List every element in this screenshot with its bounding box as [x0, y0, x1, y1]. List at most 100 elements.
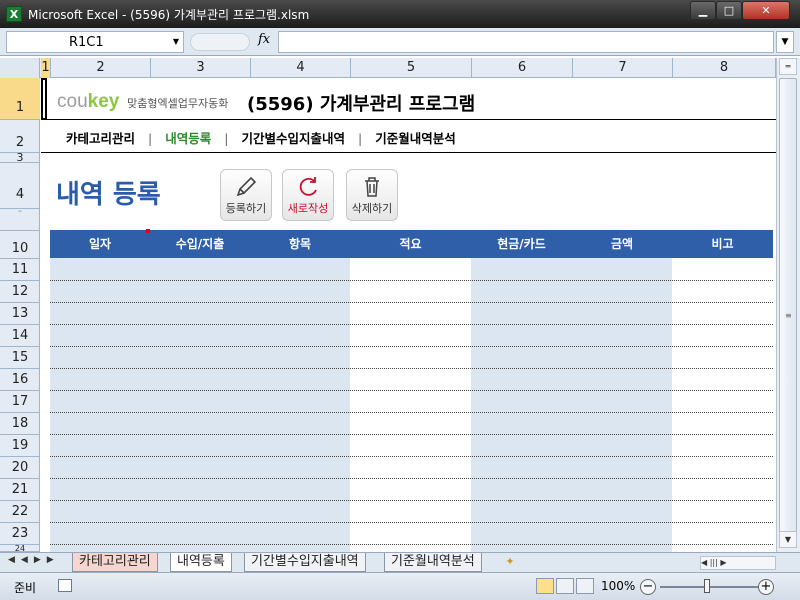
sheet-tab-entry[interactable]: 내역등록 [170, 553, 232, 572]
nav-separator: | [148, 131, 153, 146]
register-button[interactable]: 등록하기 [220, 169, 272, 221]
row-header[interactable]: 15 [0, 347, 40, 369]
scroll-down-icon[interactable]: ▼ [779, 531, 797, 548]
name-box[interactable]: R1C1 ▼ [6, 31, 184, 53]
row-header[interactable]: 11 [0, 259, 40, 281]
column-header[interactable]: 5 [351, 58, 472, 78]
zoom-level[interactable]: 100% [601, 579, 635, 593]
table-header-item[interactable]: 항목 [250, 230, 350, 258]
row-header[interactable]: 21 [0, 479, 40, 501]
new-entry-button[interactable]: 새로작성 [282, 169, 334, 221]
row-header[interactable]: 2 [0, 120, 40, 153]
row-header[interactable]: 20 [0, 457, 40, 479]
table-header-amount[interactable]: 금액 [572, 230, 672, 258]
insert-function-icon[interactable]: fx [258, 32, 270, 47]
column-header[interactable]: 8 [673, 58, 776, 78]
status-bar: 준비 100% − + [0, 572, 800, 600]
macro-record-icon[interactable] [58, 579, 72, 592]
column-header[interactable]: 2 [51, 58, 151, 78]
entry-table-body[interactable] [50, 258, 773, 552]
sheet-nav-arrows[interactable]: ◀◀▶▶ [8, 555, 60, 565]
insert-sheet-icon[interactable]: ✦ [500, 555, 520, 571]
new-entry-button-label: 새로작성 [287, 202, 329, 215]
pencil-icon [221, 170, 271, 202]
column-headers: 1 2 3 4 5 6 7 8 [0, 58, 776, 78]
row-header[interactable]: 1 [0, 78, 40, 120]
row-header[interactable]: 18 [0, 413, 40, 435]
column-header[interactable]: 1 [41, 58, 51, 78]
table-row[interactable] [50, 280, 773, 281]
column-header[interactable]: 3 [151, 58, 251, 78]
table-row[interactable] [50, 544, 773, 545]
vertical-scroll-thumb[interactable]: ≡ [779, 78, 797, 548]
row-header[interactable]: 16 [0, 369, 40, 391]
coukey-logo: coukey 맞춤형엑셀업무자동화 [57, 91, 228, 113]
table-header-description[interactable]: 적요 [350, 230, 471, 258]
close-button[interactable]: ✕ [742, 1, 790, 20]
table-row[interactable] [50, 412, 773, 413]
row-header[interactable]: 14 [0, 325, 40, 347]
zoom-in-button[interactable]: + [758, 579, 774, 595]
column-header[interactable]: 7 [573, 58, 673, 78]
page-break-view-button[interactable] [576, 578, 594, 594]
table-row[interactable] [50, 302, 773, 303]
excel-app-icon[interactable]: X [6, 6, 22, 22]
table-row[interactable] [50, 522, 773, 523]
nav-item-category[interactable]: 카테고리관리 [66, 128, 135, 147]
select-all-corner[interactable] [0, 58, 40, 78]
chevron-down-icon[interactable]: ▼ [173, 37, 179, 46]
zoom-out-button[interactable]: − [640, 579, 656, 595]
nav-item-entry[interactable]: 내역등록 [165, 128, 211, 147]
table-header-type[interactable]: 수입/지출 [150, 230, 250, 258]
normal-view-button[interactable] [536, 578, 554, 594]
name-box-value: R1C1 [69, 35, 104, 50]
maximize-button[interactable]: □ [716, 1, 742, 20]
trash-icon [347, 170, 397, 202]
table-row[interactable] [50, 324, 773, 325]
zoom-slider-thumb[interactable] [704, 579, 710, 593]
row-header[interactable]: 4 [0, 163, 40, 209]
sheet-tab-category[interactable]: 카테고리관리 [72, 553, 158, 572]
nav-item-monthly[interactable]: 기준월내역분석 [375, 128, 456, 147]
refresh-icon [283, 170, 333, 202]
delete-button[interactable]: 삭제하기 [346, 169, 398, 221]
comment-indicator[interactable] [146, 229, 150, 233]
vertical-scrollbar[interactable]: ═ ≡ ▼ [776, 58, 800, 552]
table-row[interactable] [50, 390, 773, 391]
row-header[interactable]: 24 [0, 545, 40, 552]
expand-formula-bar-icon[interactable]: ▼ [776, 31, 794, 53]
formula-bar: R1C1 ▼ fx ▼ [0, 28, 800, 56]
table-row[interactable] [50, 346, 773, 347]
table-header-note[interactable]: 비고 [672, 230, 773, 258]
selected-cell[interactable] [41, 78, 47, 120]
row-header[interactable]: 13 [0, 303, 40, 325]
row-header[interactable]: 10 [0, 231, 40, 259]
row-header[interactable]: 23 [0, 523, 40, 545]
table-header: 일자 수입/지출 항목 적요 현금/카드 금액 비고 [50, 230, 773, 258]
row-header[interactable]: 3 [0, 152, 40, 163]
sheet-tab-monthly[interactable]: 기준월내역분석 [384, 553, 482, 572]
row-header[interactable]: 22 [0, 501, 40, 523]
table-row[interactable] [50, 478, 773, 479]
row-header[interactable]: 12 [0, 281, 40, 303]
row-header[interactable]: 17 [0, 391, 40, 413]
table-header-payment[interactable]: 현금/카드 [471, 230, 572, 258]
horizontal-scrollbar[interactable]: ◀ ||| ▶ [700, 556, 776, 570]
table-header-date[interactable]: 일자 [50, 230, 150, 258]
table-row[interactable] [50, 456, 773, 457]
section-title: 내역 등록 [56, 180, 161, 210]
nav-item-period[interactable]: 기간별수입지출내역 [241, 128, 345, 147]
split-box[interactable]: ═ [779, 58, 797, 75]
sheet-tab-period[interactable]: 기간별수입지출내역 [244, 553, 366, 572]
row-header[interactable]: 19 [0, 435, 40, 457]
minimize-button[interactable]: ▁ [690, 1, 716, 20]
page-layout-view-button[interactable] [556, 578, 574, 594]
table-row[interactable] [50, 368, 773, 369]
worksheet-area[interactable]: coukey 맞춤형엑셀업무자동화 (5596) 가계부관리 프로그램 카테고리… [41, 78, 776, 552]
formula-input[interactable] [278, 31, 774, 53]
hidden-rows-marker: ═ [0, 209, 40, 231]
column-header[interactable]: 6 [472, 58, 573, 78]
column-header[interactable]: 4 [251, 58, 351, 78]
table-row[interactable] [50, 434, 773, 435]
table-row[interactable] [50, 500, 773, 501]
